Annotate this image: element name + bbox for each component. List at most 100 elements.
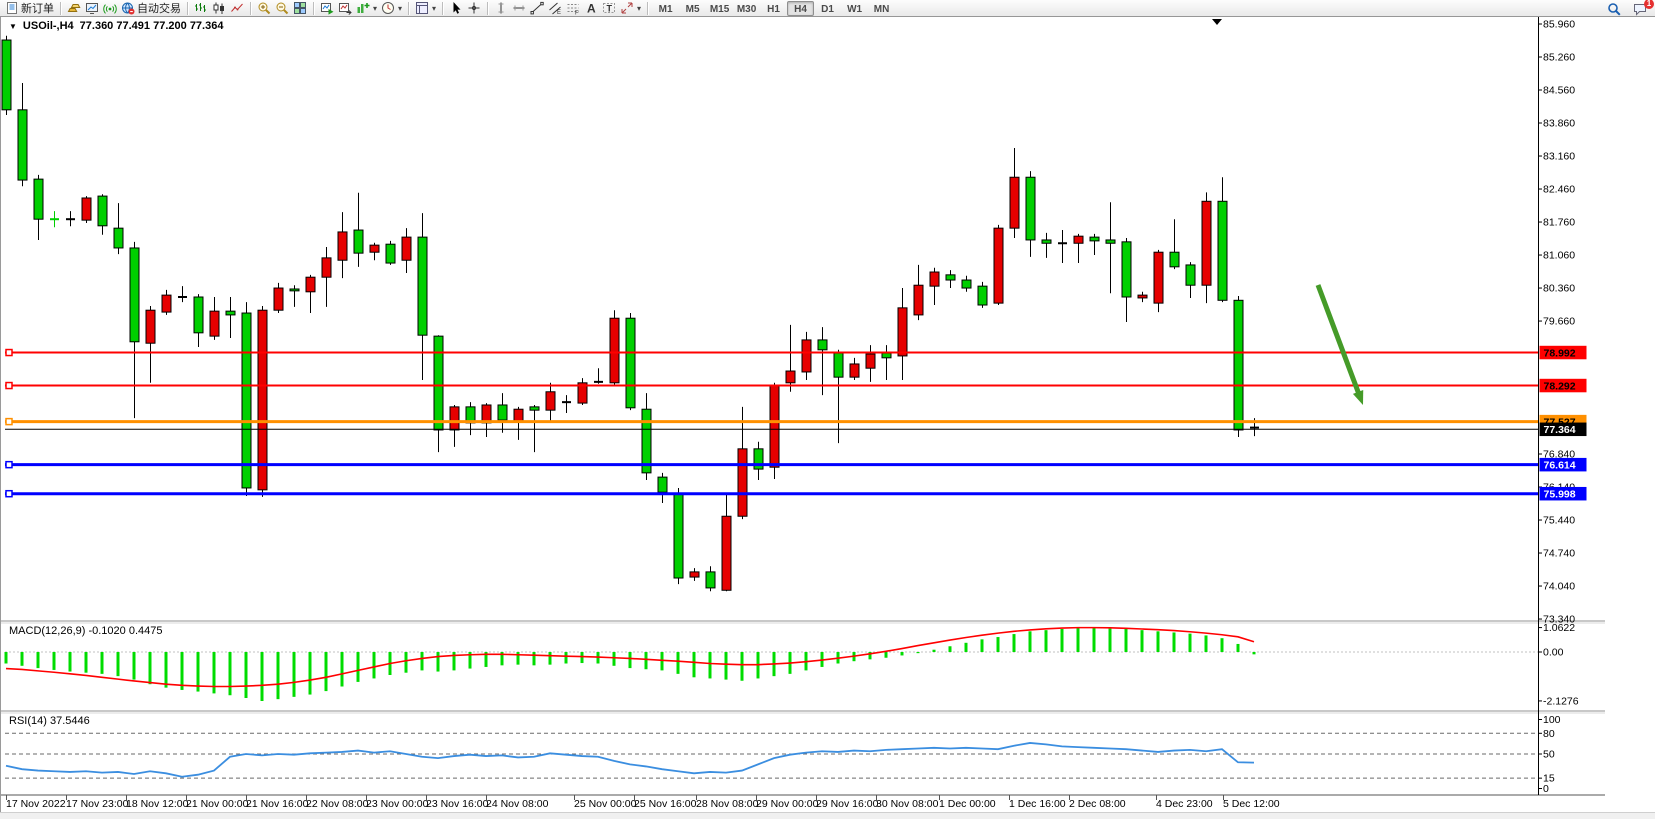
- candles-icon: [212, 1, 226, 15]
- timeframe-button-d1[interactable]: D1: [814, 1, 841, 16]
- svg-text:F: F: [575, 11, 579, 16]
- chart-autoscroll-button[interactable]: [318, 0, 336, 16]
- bar-chart-type-button[interactable]: [192, 0, 210, 16]
- toolbar-separator: [408, 2, 409, 15]
- autotrading-button[interactable]: 自动交易: [119, 0, 183, 16]
- chat-button[interactable]: 1: [1631, 1, 1649, 17]
- equidistant-channel-tool-button[interactable]: E: [546, 0, 564, 16]
- chart-shift-marker[interactable]: [1212, 19, 1222, 25]
- candle: [162, 290, 171, 315]
- svg-text:78.992: 78.992: [1544, 347, 1576, 359]
- timeframe-button-m30[interactable]: M30: [733, 1, 760, 16]
- template-icon: [415, 1, 429, 15]
- horizontal-line-78992[interactable]: [5, 350, 1538, 356]
- candle: [546, 383, 555, 423]
- macd-histogram: [6, 628, 1254, 701]
- timeframe-button-m15[interactable]: M15: [706, 1, 733, 16]
- time-tick-label: 22 Nov 08:00: [306, 798, 369, 810]
- fibonacci-tool-button[interactable]: F: [564, 0, 582, 16]
- time-tick-label: 28 Nov 08:00: [696, 798, 759, 810]
- line-handle[interactable]: [6, 462, 12, 468]
- dropdown-caret-icon: ▾: [432, 4, 436, 13]
- new-order-button[interactable]: 新订单: [3, 0, 56, 16]
- price-tick-label: 83.860: [1543, 118, 1575, 130]
- line-handle[interactable]: [6, 350, 12, 356]
- candle: [642, 393, 651, 480]
- price-tick-label: 81.760: [1543, 217, 1575, 229]
- zoom-in-button[interactable]: [255, 0, 273, 16]
- signals-button[interactable]: [101, 0, 119, 16]
- time-tick-label: 2 Dec 08:00: [1069, 798, 1126, 810]
- time-tick-label: 4 Dec 23:00: [1156, 798, 1213, 810]
- status-bar: [0, 812, 1655, 819]
- candle: [722, 494, 731, 591]
- time-tick-label: 1 Dec 00:00: [939, 798, 996, 810]
- rsi-axis-label: 50: [1543, 749, 1555, 761]
- symbol-period-label: USOil-,H4: [23, 20, 74, 32]
- line-chart-type-button[interactable]: [228, 0, 246, 16]
- signal-icon: [103, 1, 117, 15]
- chevron-down-icon[interactable]: ▼: [9, 22, 17, 31]
- candle: [18, 83, 27, 186]
- toolbar-separator: [647, 2, 648, 15]
- cursor-tool-button[interactable]: [447, 0, 465, 16]
- candle: [882, 345, 891, 380]
- line-handle[interactable]: [6, 491, 12, 497]
- time-tick-label: 23 Nov 00:00: [366, 798, 429, 810]
- candle: [962, 276, 971, 292]
- candle: [306, 275, 315, 313]
- text-tool-button[interactable]: A: [582, 0, 600, 16]
- timeframe-button-h4[interactable]: H4: [787, 1, 814, 16]
- toolbar-separator: [313, 2, 314, 15]
- rsi-axis-label: 80: [1543, 728, 1555, 740]
- trend-icon: [530, 1, 544, 15]
- tile-windows-button[interactable]: [291, 0, 309, 16]
- horizontal-line-tool-button[interactable]: [510, 0, 528, 16]
- candle: [914, 265, 923, 320]
- line-handle[interactable]: [6, 383, 12, 389]
- market-watch-button[interactable]: [65, 0, 83, 16]
- arrows-tool-button[interactable]: ▾: [618, 0, 643, 16]
- candle: [210, 297, 219, 340]
- svg-text:T: T: [607, 4, 613, 14]
- candlestick-type-button[interactable]: [210, 0, 228, 16]
- vertical-line-tool-button[interactable]: [492, 0, 510, 16]
- candle: [1154, 250, 1163, 312]
- candle: [482, 403, 491, 437]
- periods-button[interactable]: ▾: [379, 0, 404, 16]
- trendline-tool-button[interactable]: [528, 0, 546, 16]
- label-tool-button[interactable]: T: [600, 0, 618, 16]
- search-button[interactable]: [1605, 1, 1623, 17]
- time-axis[interactable]: 17 Nov 202217 Nov 23:0018 Nov 12:0021 No…: [6, 795, 1280, 810]
- timeframe-button-h1[interactable]: H1: [760, 1, 787, 16]
- zoom-out-button[interactable]: [273, 0, 291, 16]
- annotation-arrow[interactable]: [1318, 285, 1363, 405]
- crosshair-tool-button[interactable]: [465, 0, 483, 16]
- svg-text:77.364: 77.364: [1544, 424, 1576, 436]
- timeframe-button-mn[interactable]: MN: [868, 1, 895, 16]
- line-handle[interactable]: [6, 419, 12, 425]
- time-tick-label: 21 Nov 00:00: [186, 798, 249, 810]
- chart-symbol-header: ▼ USOil-,H4 77.360 77.491 77.200 77.364: [9, 20, 223, 32]
- linechart-icon: [230, 1, 244, 15]
- timeframe-button-w1[interactable]: W1: [841, 1, 868, 16]
- ohlc-values: 77.360 77.491 77.200 77.364: [80, 20, 224, 32]
- panel-separators[interactable]: [1, 621, 1605, 795]
- chart-shift-button[interactable]: [336, 0, 354, 16]
- add-indicator-button[interactable]: ▾: [354, 0, 379, 16]
- price-axis[interactable]: 85.96085.26084.56083.86083.16082.46081.7…: [1538, 17, 1587, 795]
- bars-icon: [194, 1, 208, 15]
- chartshift-icon: [338, 1, 352, 15]
- candle: [514, 407, 523, 440]
- horizontal-line-75998[interactable]: [5, 491, 1538, 497]
- timeframe-button-m1[interactable]: M1: [652, 1, 679, 16]
- time-tick-label: 30 Nov 08:00: [876, 798, 939, 810]
- price-badge: 76.614: [1540, 458, 1587, 472]
- candle: [658, 473, 667, 503]
- candle: [690, 568, 699, 581]
- candle: [754, 442, 763, 480]
- timeframe-button-m5[interactable]: M5: [679, 1, 706, 16]
- templates-button[interactable]: ▾: [413, 0, 438, 16]
- chart-window-button[interactable]: [83, 0, 101, 16]
- textA-icon: A: [584, 1, 598, 15]
